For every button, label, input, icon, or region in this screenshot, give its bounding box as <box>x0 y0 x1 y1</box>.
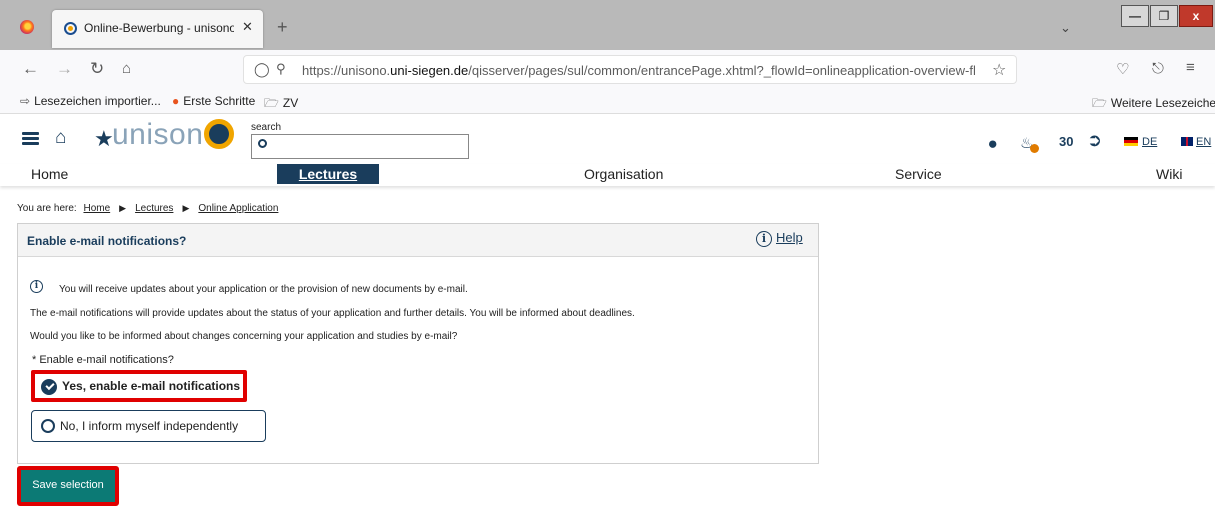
info-icon: i <box>30 280 43 293</box>
firefox-small-icon: ● <box>172 94 180 108</box>
url-text: https://unisono.uni-siegen.de/qisserver/… <box>302 63 976 78</box>
breadcrumb-online-application[interactable]: Online Application <box>198 203 278 214</box>
reload-icon[interactable]: ↻ <box>90 59 104 79</box>
menu-organisation[interactable]: Organisation <box>584 166 663 182</box>
info-circle-icon: i <box>756 231 772 247</box>
logo-o-icon <box>204 119 235 149</box>
favorite-star-icon[interactable]: ★ <box>94 126 114 152</box>
session-timer: 30 <box>1059 134 1074 149</box>
browser-titlebar: Online-Bewerbung - unisono - ... ✕ + ⌄ —… <box>0 0 1215 50</box>
hamburger-menu-icon[interactable] <box>22 132 39 146</box>
option-yes-label: Yes, enable e-mail notifications <box>62 379 241 393</box>
window-maximize-button[interactable]: ❐ <box>1150 5 1178 27</box>
lock-icon[interactable]: ⚲ <box>276 61 286 77</box>
menu-wiki[interactable]: Wiki <box>1156 166 1182 182</box>
home-icon[interactable]: ⌂ <box>122 60 131 77</box>
tab-close-icon[interactable]: ✕ <box>242 19 253 35</box>
flag-de-icon <box>1124 137 1138 146</box>
browser-navbar: ← → ↻ ⌂ ◯ ⚲ https://unisono.uni-siegen.d… <box>0 50 1215 88</box>
search-input[interactable] <box>251 134 469 159</box>
option-no-label: No, I inform myself independently <box>60 419 239 433</box>
question-text: Would you like to be informed about chan… <box>30 331 458 342</box>
tab-favicon-icon <box>64 22 77 35</box>
import-icon: ⇨ <box>20 94 31 108</box>
flag-uk-icon <box>1181 137 1193 146</box>
logout-icon[interactable]: ➲ <box>1087 130 1102 151</box>
help-link[interactable]: i Help <box>756 230 803 247</box>
window-close-button[interactable]: x <box>1179 5 1213 27</box>
tab-title: Online-Bewerbung - unisono - ... <box>84 21 234 35</box>
tracking-shield-icon[interactable]: ◯ <box>254 61 270 78</box>
folder-icon: 🗁 <box>264 96 279 110</box>
notification-badge <box>1030 144 1039 153</box>
panel-title: Enable e-mail notifications? <box>27 234 187 248</box>
search-icon <box>258 139 267 148</box>
unisono-logo[interactable]: unison <box>112 118 235 152</box>
main-menu: Home Lectures Organisation Service Wiki <box>0 164 1215 186</box>
breadcrumb-separator-icon: ▶ <box>119 203 127 213</box>
menu-home[interactable]: Home <box>31 166 68 182</box>
window-minimize-button[interactable]: — <box>1121 5 1149 27</box>
bookmark-other[interactable]: 🗁 Weitere Lesezeichen <box>1092 94 1215 115</box>
address-bar[interactable]: ◯ ⚲ https://unisono.uni-siegen.de/qisser… <box>243 55 1017 84</box>
new-tab-icon[interactable]: + <box>277 17 288 38</box>
radio-unchecked-icon <box>41 419 55 433</box>
breadcrumb-separator-icon: ▶ <box>182 203 190 213</box>
radio-checked-icon <box>41 379 57 395</box>
save-selection-button[interactable]: Save selection <box>17 466 119 506</box>
language-de-link[interactable]: DE <box>1124 136 1157 148</box>
search-label: search <box>251 122 282 133</box>
list-tabs-chevron-icon[interactable]: ⌄ <box>1060 20 1071 36</box>
breadcrumb: You are here: Home ▶ Lectures ▶ Online Appli… <box>17 203 278 214</box>
breadcrumb-prefix: You are here: <box>17 203 77 214</box>
home-icon[interactable]: ⌂ <box>55 127 66 149</box>
bookmark-first-steps[interactable]: ● Erste Schritte <box>172 94 255 108</box>
forward-arrow-icon[interactable]: → <box>56 59 73 79</box>
option-no-radio[interactable]: No, I inform myself independently <box>31 410 266 442</box>
panel-header: Enable e-mail notifications? i Help <box>18 224 818 257</box>
app-header: ⌂ ★ unison search ⚫ ♨ 30 ➲ DE EN <box>0 114 1215 164</box>
pocket-icon[interactable]: ♡ <box>1116 60 1129 78</box>
extensions-icon[interactable]: ⎋ <box>1152 60 1164 77</box>
option-yes-radio[interactable]: Yes, enable e-mail notifications <box>31 370 247 402</box>
browser-tab-active[interactable]: Online-Bewerbung - unisono - ... ✕ <box>52 10 263 48</box>
firefox-logo-icon[interactable] <box>20 20 34 34</box>
language-en-link[interactable]: EN <box>1181 136 1211 148</box>
menu-service[interactable]: Service <box>895 166 942 182</box>
app-menu-icon[interactable]: ≡ <box>1186 59 1195 76</box>
field-label: * Enable e-mail notifications? <box>32 354 174 366</box>
breadcrumb-home[interactable]: Home <box>83 203 110 214</box>
bookmarks-bar: ⇨ Lesezeichen importier... ● Erste Schritt… <box>0 88 1215 114</box>
back-arrow-icon[interactable]: ← <box>22 59 39 79</box>
bookmark-star-icon[interactable]: ☆ <box>992 60 1006 80</box>
description-text: The e-mail notifications will provide up… <box>30 308 635 319</box>
user-icon[interactable]: ⚫ <box>986 135 999 155</box>
breadcrumb-lectures[interactable]: Lectures <box>135 203 173 214</box>
folder-icon: 🗁 <box>1092 96 1107 110</box>
email-notification-panel: Enable e-mail notifications? i Help i You… <box>17 223 819 464</box>
bookmark-zv[interactable]: 🗁 ZV <box>264 94 298 115</box>
bookmark-import[interactable]: ⇨ Lesezeichen importier... <box>20 94 161 108</box>
menu-lectures[interactable]: Lectures <box>277 164 379 184</box>
info-text: You will receive updates about your appl… <box>59 284 468 295</box>
